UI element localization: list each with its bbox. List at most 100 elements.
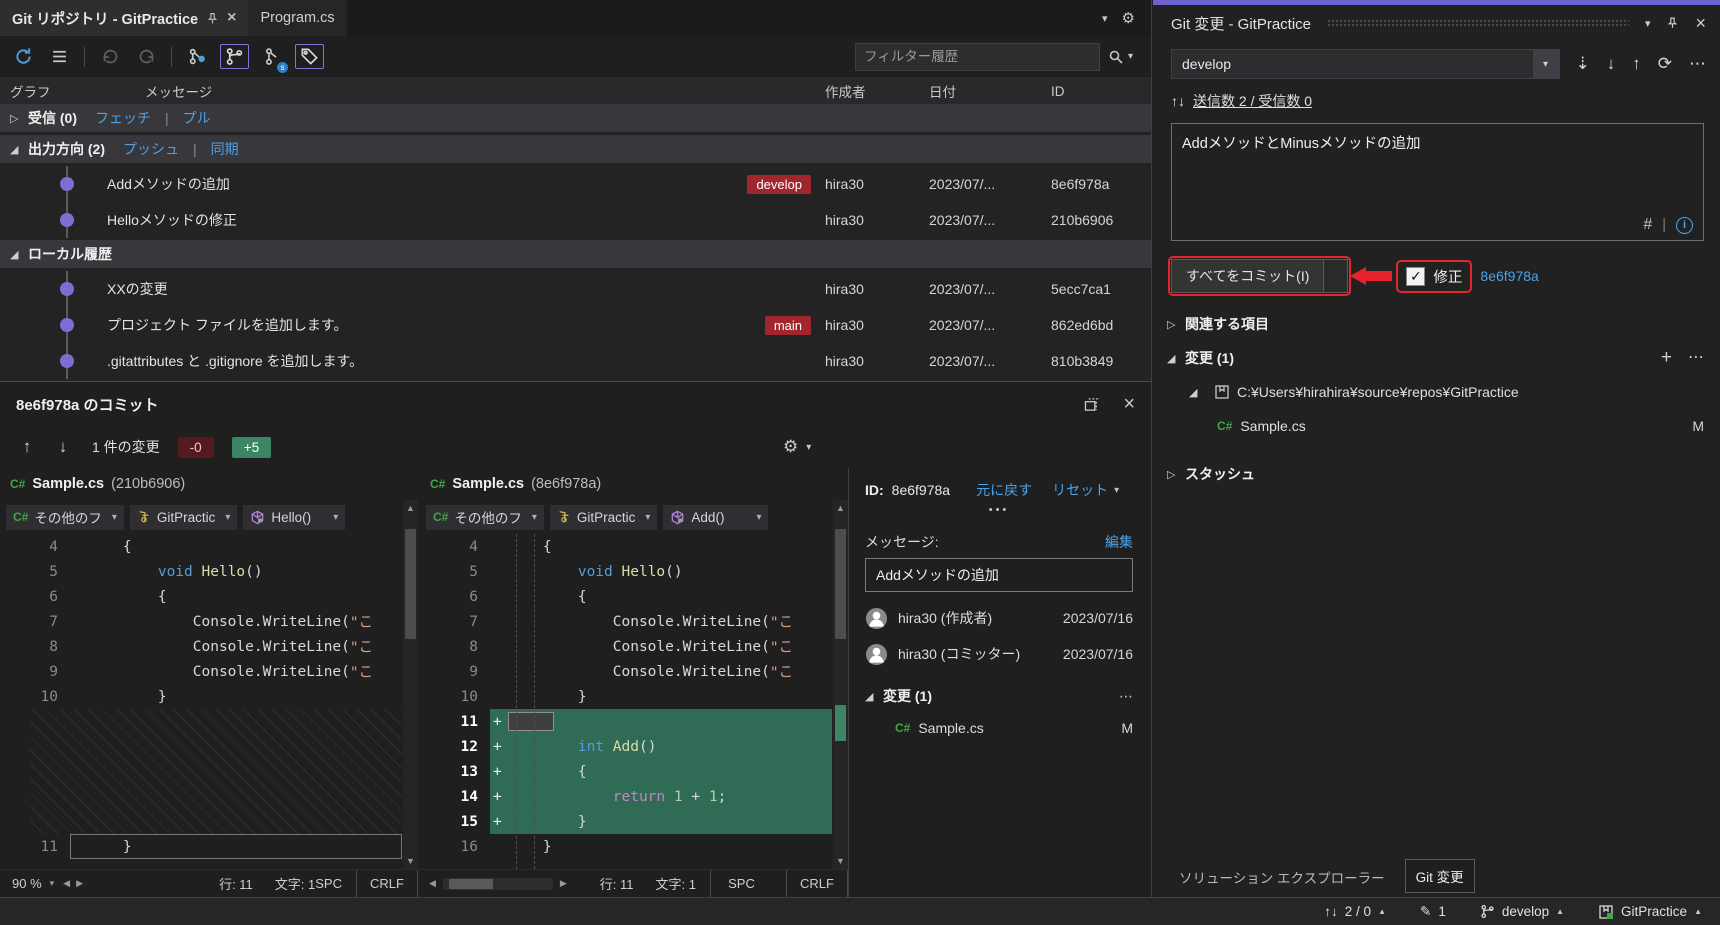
repository-folder-row[interactable]: ◢ C:¥Users¥hirahira¥source¥repos¥GitPrac… xyxy=(1153,377,1720,407)
code-line[interactable]: 5 void Hello() xyxy=(420,559,832,584)
code-line[interactable]: 7 Console.WriteLine("こ xyxy=(420,609,832,634)
more-actions-icon[interactable]: ⋯ xyxy=(1689,54,1706,74)
code-line[interactable]: 11 } xyxy=(0,834,402,859)
scrollbar-thumb[interactable] xyxy=(405,529,416,639)
push-icon[interactable]: ↑ xyxy=(1632,54,1641,74)
current-repo-status[interactable]: GitPractice ▲ xyxy=(1598,904,1702,920)
more-actions-icon[interactable]: ⋯ xyxy=(1119,688,1133,705)
local-history-section-row[interactable]: ◢ ローカル履歴 xyxy=(0,240,1151,268)
chevron-expanded-icon[interactable]: ◢ xyxy=(10,248,28,261)
git-changes-titlebar[interactable]: Git 変更 - GitPractice ▾ × xyxy=(1153,5,1720,41)
filter-history-input[interactable] xyxy=(855,43,1100,71)
scrollbar-thumb[interactable] xyxy=(449,879,493,889)
code-line[interactable]: 5 void Hello() xyxy=(0,559,402,584)
code-line[interactable]: 13+ { xyxy=(420,759,832,784)
current-branch-status[interactable]: develop ▲ xyxy=(1480,904,1564,919)
chevron-expanded-icon[interactable]: ◢ xyxy=(1167,352,1185,365)
zoom-level-combo[interactable]: 90 % ▾ xyxy=(6,870,60,897)
sync-status[interactable]: ↑↓ 2 / 0 ▲ xyxy=(1324,904,1386,919)
chevron-collapsed-icon[interactable]: ▷ xyxy=(1167,468,1185,481)
tab-git-repository[interactable]: Git リポジトリ - GitPractice × xyxy=(0,0,248,36)
breadcrumb-member[interactable]: Hello() ▾ xyxy=(243,505,345,530)
gear-dropdown-icon[interactable]: ▾ xyxy=(806,442,811,453)
scroll-left-icon[interactable]: ◀ xyxy=(60,878,73,889)
reset-link[interactable]: リセット xyxy=(1052,480,1108,500)
tags-toggle-selected[interactable] xyxy=(295,44,324,69)
pin-icon[interactable] xyxy=(1666,16,1679,30)
code-line[interactable]: 10 } xyxy=(420,684,832,709)
breadcrumb-scope[interactable]: C# その他のフ ▾ xyxy=(426,505,544,530)
code-line[interactable]: 9 Console.WriteLine("こ xyxy=(0,659,402,684)
scroll-down-icon[interactable]: ▼ xyxy=(836,853,845,869)
pending-edits-status[interactable]: ✎ 1 xyxy=(1420,904,1446,920)
revert-link[interactable]: 元に戻す xyxy=(976,480,1032,500)
code-line[interactable]: 9 Console.WriteLine("こ xyxy=(420,659,832,684)
previous-change-icon[interactable]: ↑ xyxy=(14,437,40,457)
chevron-expanded-icon[interactable]: ◢ xyxy=(10,143,28,156)
tab-solution-explorer[interactable]: ソリューション エクスプローラー xyxy=(1169,861,1395,893)
old-code-area[interactable]: 4 {5 void Hello()6 {7 Console.WriteLine(… xyxy=(0,534,418,869)
close-tab-icon[interactable]: × xyxy=(227,9,236,27)
sync-link[interactable]: 同期 xyxy=(211,139,239,159)
commit-row[interactable]: プロジェクト ファイルを追加します。mainhira302023/07/...8… xyxy=(0,307,1151,343)
more-actions-icon[interactable]: ••• xyxy=(865,504,1133,526)
stash-section[interactable]: ▷ スタッシュ xyxy=(1153,459,1720,489)
close-pane-icon[interactable]: × xyxy=(1123,393,1135,416)
column-author[interactable]: 作成者 xyxy=(825,81,929,101)
new-editor-scrollbar[interactable]: ▲ ▼ xyxy=(833,500,848,869)
tab-program-cs[interactable]: Program.cs xyxy=(248,0,346,36)
scroll-right-icon[interactable]: ▶ xyxy=(73,878,86,889)
code-line[interactable]: 12+ int Add() xyxy=(420,734,832,759)
line-ending-indicator[interactable]: CRLF xyxy=(786,870,848,897)
branch-graph-toggle-selected[interactable] xyxy=(220,44,249,69)
diff-settings-gear-icon[interactable]: ⚙ xyxy=(783,437,798,457)
scroll-right-icon[interactable]: ▶ xyxy=(557,878,570,889)
code-line[interactable]: 8 Console.WriteLine("こ xyxy=(420,634,832,659)
code-line[interactable]: 6 { xyxy=(0,584,402,609)
next-change-icon[interactable]: ↓ xyxy=(50,437,76,457)
pin-icon[interactable] xyxy=(206,12,219,25)
fetch-link[interactable]: フェッチ xyxy=(95,108,151,128)
changed-file-row[interactable]: C# Sample.cs M xyxy=(865,713,1133,743)
incoming-section-row[interactable]: ▷ 受信 (0) フェッチ | プル xyxy=(0,104,1151,132)
column-date[interactable]: 日付 xyxy=(929,81,1051,101)
commit-row[interactable]: Addメソッドの追加develophira302023/07/...8e6f97… xyxy=(0,166,1151,202)
panel-dropdown-icon[interactable]: ▾ xyxy=(1645,17,1651,30)
amend-checkbox[interactable]: ✓ xyxy=(1406,267,1425,286)
changes-section[interactable]: ◢ 変更 (1) + ⋯ xyxy=(1153,343,1720,373)
new-code-area[interactable]: 4 {5 void Hello()6 {7 Console.WriteLine(… xyxy=(420,534,848,869)
commit-options-dropdown[interactable] xyxy=(1324,259,1348,293)
code-line[interactable]: 4 { xyxy=(0,534,402,559)
column-id[interactable]: ID xyxy=(1051,84,1151,99)
code-line[interactable]: 16 } xyxy=(420,834,832,859)
chevron-collapsed-icon[interactable]: ▷ xyxy=(1167,318,1185,331)
branch-dropdown-icon[interactable]: ▾ xyxy=(1533,50,1559,78)
window-dropdown-icon[interactable]: ▾ xyxy=(1102,12,1108,25)
pull-link[interactable]: プル xyxy=(183,108,211,128)
refresh-icon[interactable] xyxy=(10,44,36,70)
changed-file-row[interactable]: C# Sample.cs M xyxy=(1153,411,1720,441)
scrollbar-thumb[interactable] xyxy=(835,529,846,639)
breadcrumb-project[interactable]: GitPractic ▾ xyxy=(130,505,238,530)
chevron-expanded-icon[interactable]: ◢ xyxy=(865,690,883,703)
commit-message-input[interactable]: AddメソッドとMinusメソッドの追加 # | i xyxy=(1171,123,1704,241)
code-line[interactable]: 6 { xyxy=(420,584,832,609)
reset-dropdown-icon[interactable]: ▾ xyxy=(1114,485,1119,496)
list-view-icon[interactable] xyxy=(46,44,72,70)
pull-icon[interactable]: ↓ xyxy=(1607,54,1616,74)
column-graph[interactable]: グラフ xyxy=(0,81,145,101)
commit-all-button[interactable]: すべてをコミット(I) xyxy=(1171,259,1324,293)
code-line[interactable]: 7 Console.WriteLine("こ xyxy=(0,609,402,634)
edit-link[interactable]: 編集 xyxy=(1105,532,1133,552)
outgoing-section-row[interactable]: ◢ 出力方向 (2) プッシュ | 同期 xyxy=(0,135,1151,163)
work-item-hash-icon[interactable]: # xyxy=(1643,216,1652,234)
commit-row[interactable]: .gitattributes と .gitignore を追加します。hira3… xyxy=(0,343,1151,379)
commit-message-field[interactable]: Addメソッドの追加 xyxy=(865,558,1133,592)
line-ending-indicator[interactable]: CRLF xyxy=(356,870,418,897)
chevron-expanded-icon[interactable]: ◢ xyxy=(1189,386,1207,399)
code-line[interactable]: 14+ return 1 + 1; xyxy=(420,784,832,809)
old-editor-scrollbar[interactable]: ▲ ▼ xyxy=(403,500,418,869)
code-line[interactable]: 11+ xyxy=(420,709,832,734)
commit-row[interactable]: Helloメソッドの修正hira302023/07/...210b6906 xyxy=(0,202,1151,238)
branch-badge[interactable]: develop xyxy=(747,175,811,194)
